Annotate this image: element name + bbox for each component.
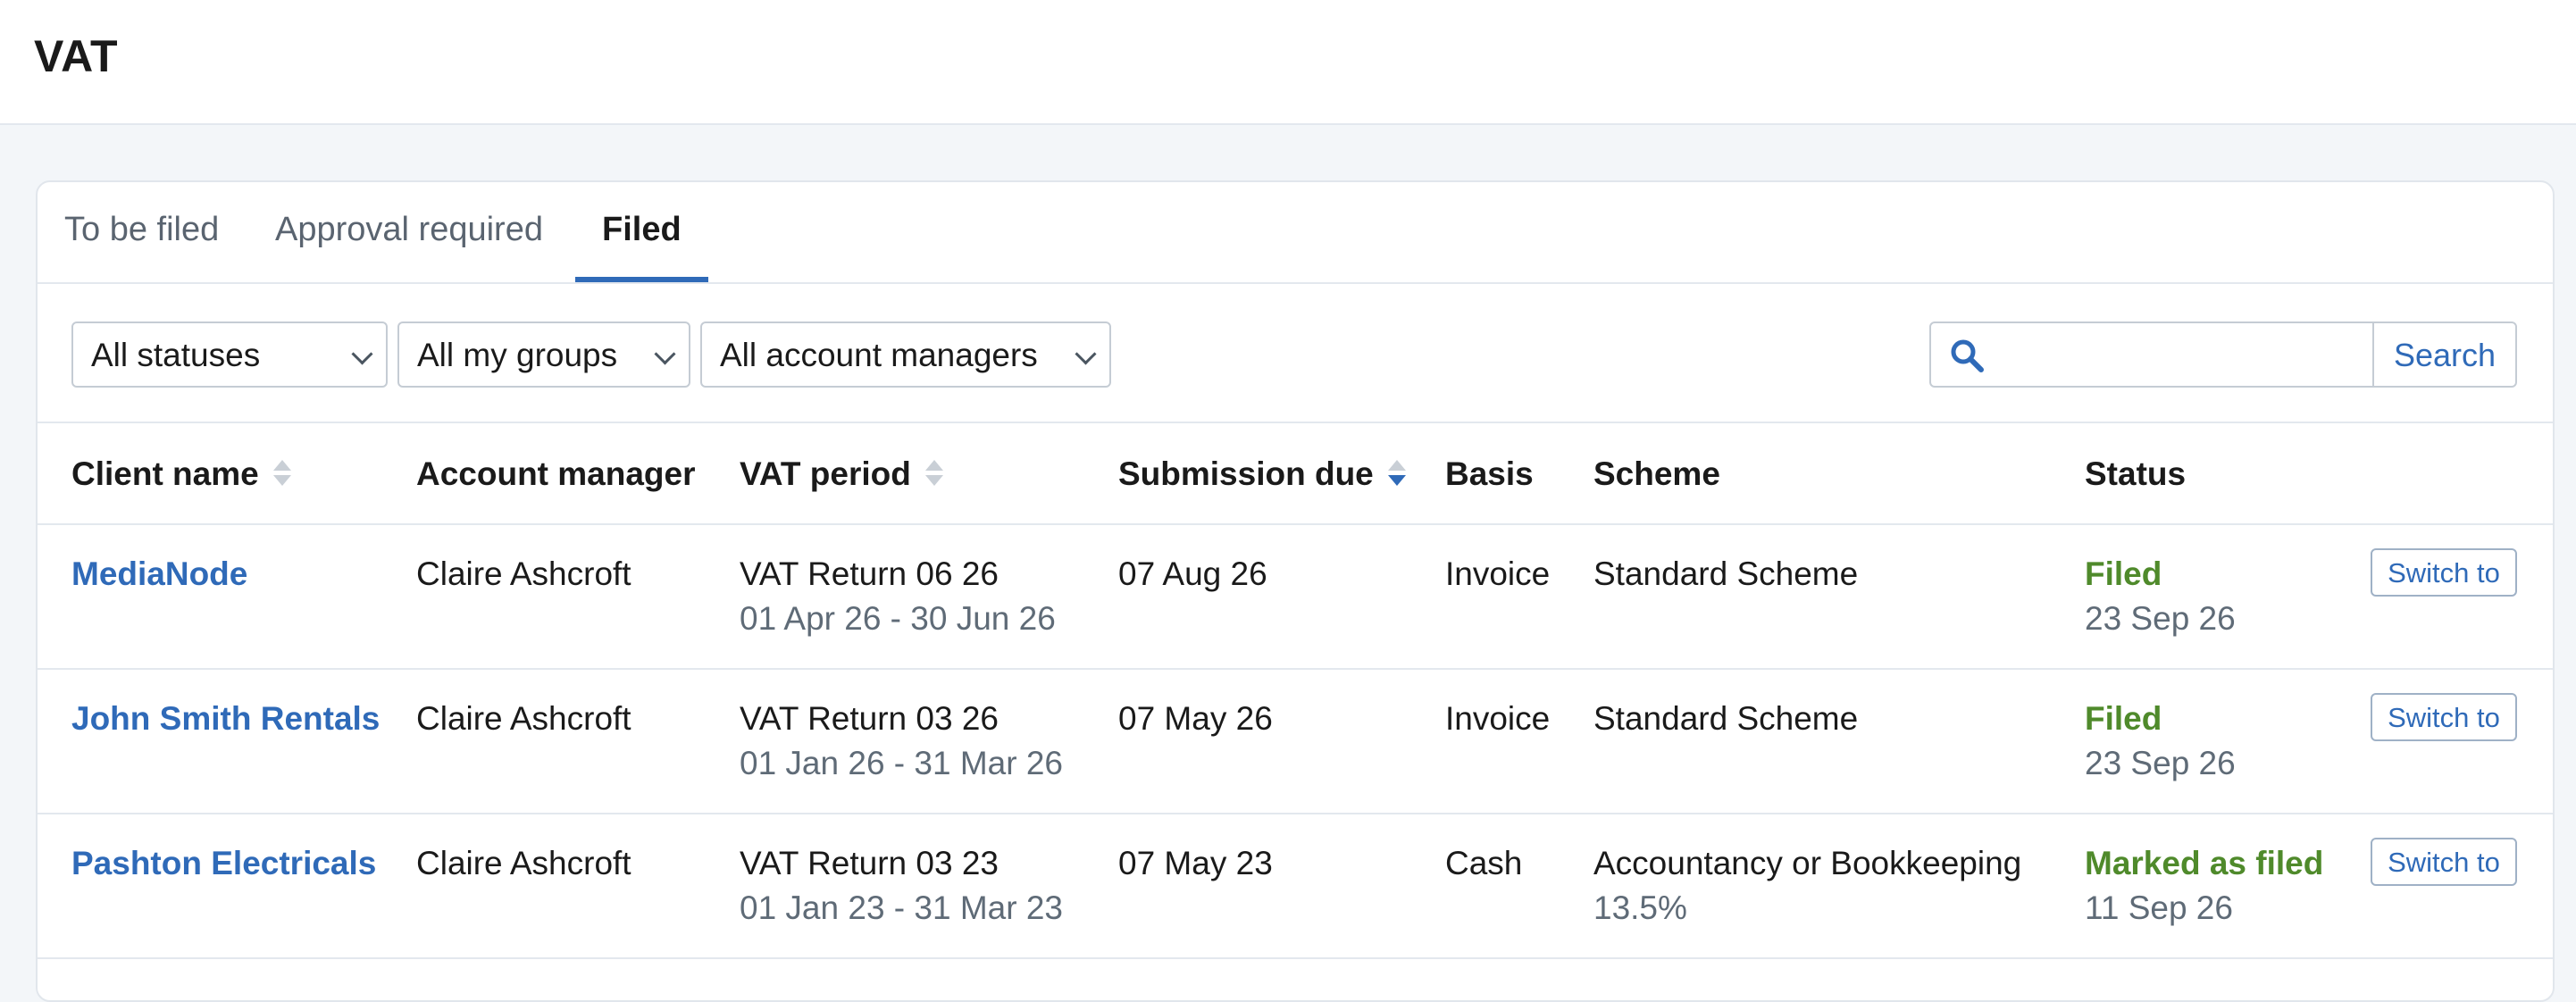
vat-period-range: 01 Apr 26 - 30 Jun 26 — [740, 600, 1056, 637]
status-filter-value: All statuses — [91, 337, 261, 373]
page-header: VAT — [0, 0, 2576, 125]
sort-icon[interactable] — [272, 460, 291, 488]
column-header-scheme: Scheme — [1593, 455, 1720, 492]
search-input[interactable] — [1995, 330, 2356, 380]
status-filter-select[interactable]: All statuses — [71, 321, 388, 388]
status-date: 23 Sep 26 — [2085, 600, 2236, 637]
status-label: Marked as filed — [2085, 845, 2324, 881]
tab-bar: To be filed Approval required Filed — [38, 182, 2553, 284]
scheme-name: Standard Scheme — [1593, 700, 1859, 737]
sort-icon[interactable] — [924, 460, 943, 488]
chevron-down-icon — [654, 343, 676, 365]
account-manager: Claire Ashcroft — [416, 700, 631, 737]
basis: Invoice — [1445, 700, 1551, 737]
tab-to-be-filed[interactable]: To be filed — [64, 182, 219, 282]
table-row: MediaNode Claire Ashcroft VAT Return 06 … — [38, 525, 2553, 670]
search-button[interactable]: Search — [2372, 323, 2515, 386]
vat-period: VAT Return 03 26 01 Jan 26 - 31 Mar 26 — [740, 697, 1063, 786]
table-header: Client name Account manager VAT period S… — [38, 423, 2553, 525]
search-box: Search — [1929, 321, 2517, 388]
page-title: VAT — [34, 31, 119, 81]
scheme-name: Accountancy or Bookkeeping — [1593, 845, 2022, 881]
scheme: Standard Scheme — [1593, 697, 1858, 741]
account-manager: Claire Ashcroft — [416, 555, 631, 592]
filter-bar: All statuses All my groups All account m… — [38, 284, 2553, 423]
submission-due: 07 May 23 — [1118, 845, 1273, 881]
vat-period: VAT Return 03 23 01 Jan 23 - 31 Mar 23 — [740, 841, 1063, 931]
switch-to-button[interactable]: Switch to — [2371, 838, 2517, 886]
status: Filed 23 Sep 26 — [2085, 697, 2236, 786]
tab-approval-required[interactable]: Approval required — [275, 182, 543, 282]
table-row: John Smith Rentals Claire Ashcroft VAT R… — [38, 670, 2553, 814]
client-name-link[interactable]: MediaNode — [71, 552, 247, 597]
column-header-client-name[interactable]: Client name — [71, 455, 291, 493]
search-icon — [1951, 339, 1984, 372]
vat-period: VAT Return 06 26 01 Apr 26 - 30 Jun 26 — [740, 552, 1056, 641]
sort-icon[interactable] — [1387, 460, 1406, 488]
status: Marked as filed 11 Sep 26 — [2085, 841, 2323, 931]
switch-to-button[interactable]: Switch to — [2371, 693, 2517, 741]
submission-due: 07 May 26 — [1118, 700, 1273, 737]
vat-period-name: VAT Return 03 26 — [740, 700, 999, 737]
column-header-basis: Basis — [1445, 455, 1534, 492]
group-filter-select[interactable]: All my groups — [397, 321, 690, 388]
basis: Cash — [1445, 845, 1523, 881]
scheme-rate: 13.5% — [1593, 889, 1687, 926]
client-name-link[interactable]: John Smith Rentals — [71, 697, 380, 741]
vat-period-name: VAT Return 03 23 — [740, 845, 999, 881]
manager-filter-select[interactable]: All account managers — [700, 321, 1111, 388]
status-date: 23 Sep 26 — [2085, 745, 2236, 781]
group-filter-value: All my groups — [417, 337, 618, 373]
status-label: Filed — [2085, 555, 2162, 592]
scheme: Accountancy or Bookkeeping 13.5% — [1593, 841, 2021, 931]
tab-filed[interactable]: Filed — [575, 182, 708, 282]
column-header-submission-due[interactable]: Submission due — [1118, 455, 1406, 493]
switch-to-button[interactable]: Switch to — [2371, 548, 2517, 597]
submission-due: 07 Aug 26 — [1118, 555, 1267, 592]
vat-period-range: 01 Jan 23 - 31 Mar 23 — [740, 889, 1063, 926]
status-date: 11 Sep 26 — [2085, 889, 2233, 926]
column-header-vat-period[interactable]: VAT period — [740, 455, 943, 493]
client-name-link[interactable]: Pashton Electricals — [71, 841, 376, 886]
basis: Invoice — [1445, 555, 1551, 592]
status-label: Filed — [2085, 700, 2162, 737]
scheme-name: Standard Scheme — [1593, 555, 1859, 592]
vat-period-range: 01 Jan 26 - 31 Mar 26 — [740, 745, 1063, 781]
chevron-down-icon — [1075, 343, 1097, 365]
chevron-down-icon — [351, 343, 373, 365]
table-row: Pashton Electricals Claire Ashcroft VAT … — [38, 814, 2553, 959]
manager-filter-value: All account managers — [720, 337, 1038, 373]
column-header-account-manager: Account manager — [416, 455, 696, 492]
column-header-status: Status — [2085, 455, 2187, 492]
vat-period-name: VAT Return 06 26 — [740, 555, 999, 592]
vat-card: To be filed Approval required Filed All … — [36, 180, 2555, 1002]
scheme: Standard Scheme — [1593, 552, 1858, 597]
account-manager: Claire Ashcroft — [416, 845, 631, 881]
status: Filed 23 Sep 26 — [2085, 552, 2236, 641]
